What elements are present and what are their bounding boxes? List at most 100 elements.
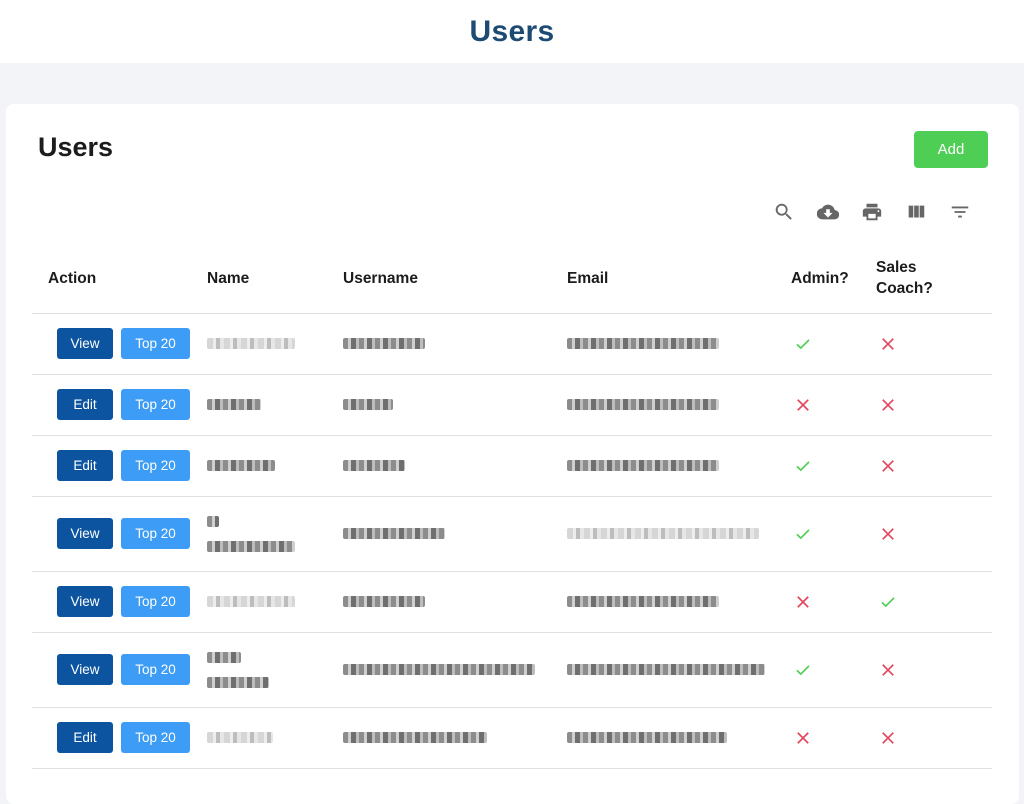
column-header-action: Action xyxy=(32,244,207,314)
name-cell xyxy=(207,374,343,436)
redacted-name xyxy=(207,338,295,349)
username-cell xyxy=(343,571,567,633)
redacted-username xyxy=(343,596,425,607)
redacted-email xyxy=(567,399,719,410)
top-20-button[interactable]: Top 20 xyxy=(121,328,190,359)
cross-icon xyxy=(882,527,894,540)
redacted-username xyxy=(343,528,445,539)
redacted-name xyxy=(207,399,261,410)
name-cell xyxy=(207,571,343,633)
sales-coach-cell xyxy=(876,374,992,436)
check-icon xyxy=(881,596,895,607)
redacted-name xyxy=(207,515,219,527)
redacted-username xyxy=(343,664,535,675)
email-cell xyxy=(567,374,791,436)
table-row: View Top 20 xyxy=(32,632,992,708)
top-20-button[interactable]: Top 20 xyxy=(121,389,190,420)
check-icon xyxy=(796,460,810,471)
edit-button[interactable]: Edit xyxy=(57,722,113,753)
check-icon xyxy=(796,664,810,675)
redacted-email xyxy=(567,338,719,349)
redacted-name xyxy=(207,676,269,688)
admin-cell xyxy=(791,707,876,769)
admin-cell xyxy=(791,435,876,497)
columns-button[interactable] xyxy=(894,200,938,224)
print-icon xyxy=(862,203,882,221)
view-button[interactable]: View xyxy=(57,518,113,549)
actions-cell: Edit Top 20 xyxy=(32,707,207,769)
username-cell xyxy=(343,435,567,497)
table-row: View Top 20 xyxy=(32,571,992,633)
username-cell xyxy=(343,632,567,708)
name-cell xyxy=(207,313,343,375)
filter-button[interactable] xyxy=(938,200,982,224)
name-cell xyxy=(207,435,343,497)
table-row: View Top 20 xyxy=(32,313,992,375)
redacted-email xyxy=(567,460,719,471)
sales-coach-cell xyxy=(876,435,992,497)
name-cell xyxy=(207,632,343,708)
email-cell xyxy=(567,496,791,572)
cloud-download-icon xyxy=(817,204,839,220)
download-button[interactable] xyxy=(806,200,850,224)
email-cell xyxy=(567,313,791,375)
search-icon xyxy=(775,203,792,220)
username-cell xyxy=(343,374,567,436)
table-toolbar xyxy=(762,200,982,224)
cross-icon xyxy=(882,459,894,472)
column-header-admin: Admin? xyxy=(791,244,876,314)
actions-cell: View Top 20 xyxy=(32,571,207,633)
column-header-name: Name xyxy=(207,244,343,314)
table-header-row: Action Name Username Email Admin? Sales … xyxy=(32,244,992,314)
redacted-username xyxy=(343,460,405,471)
top-20-button[interactable]: Top 20 xyxy=(121,722,190,753)
print-button[interactable] xyxy=(850,200,894,224)
redacted-name xyxy=(207,651,241,663)
view-button[interactable]: View xyxy=(57,654,113,685)
redacted-username xyxy=(343,338,425,349)
actions-cell: View Top 20 xyxy=(32,496,207,572)
table-row: Edit Top 20 xyxy=(32,374,992,436)
top-20-button[interactable]: Top 20 xyxy=(121,450,190,481)
sales-coach-cell xyxy=(876,707,992,769)
cross-icon xyxy=(882,731,894,744)
column-header-username: Username xyxy=(343,244,567,314)
users-card: Users Add Action Name Username Email Adm… xyxy=(6,104,1019,804)
view-button[interactable]: View xyxy=(57,328,113,359)
email-cell xyxy=(567,435,791,497)
table-row: Edit Top 20 xyxy=(32,435,992,497)
view-button[interactable]: View xyxy=(57,586,113,617)
email-cell xyxy=(567,632,791,708)
redacted-name xyxy=(207,460,275,471)
cross-icon xyxy=(882,337,894,350)
add-user-button[interactable]: Add xyxy=(914,131,988,168)
top-20-button[interactable]: Top 20 xyxy=(121,518,190,549)
admin-cell xyxy=(791,632,876,708)
redacted-email xyxy=(567,528,759,539)
edit-button[interactable]: Edit xyxy=(57,450,113,481)
cross-icon xyxy=(882,398,894,411)
edit-button[interactable]: Edit xyxy=(57,389,113,420)
redacted-username xyxy=(343,732,487,743)
column-header-sales-coach: Sales Coach? xyxy=(876,244,992,314)
redacted-email xyxy=(567,664,765,675)
cross-icon xyxy=(882,663,894,676)
sales-coach-cell xyxy=(876,496,992,572)
username-cell xyxy=(343,707,567,769)
check-icon xyxy=(796,338,810,349)
top-20-button[interactable]: Top 20 xyxy=(121,654,190,685)
admin-cell xyxy=(791,313,876,375)
admin-cell xyxy=(791,374,876,436)
search-button[interactable] xyxy=(762,200,806,224)
username-cell xyxy=(343,313,567,375)
view-column-icon xyxy=(908,205,925,218)
card-title: Users xyxy=(38,132,114,162)
actions-cell: Edit Top 20 xyxy=(32,435,207,497)
name-cell xyxy=(207,707,343,769)
table-row: View Top 20 xyxy=(32,496,992,572)
top-20-button[interactable]: Top 20 xyxy=(121,586,190,617)
table-row: Edit Top 20 xyxy=(32,707,992,769)
column-header-email: Email xyxy=(567,244,791,314)
admin-cell xyxy=(791,496,876,572)
email-cell xyxy=(567,707,791,769)
